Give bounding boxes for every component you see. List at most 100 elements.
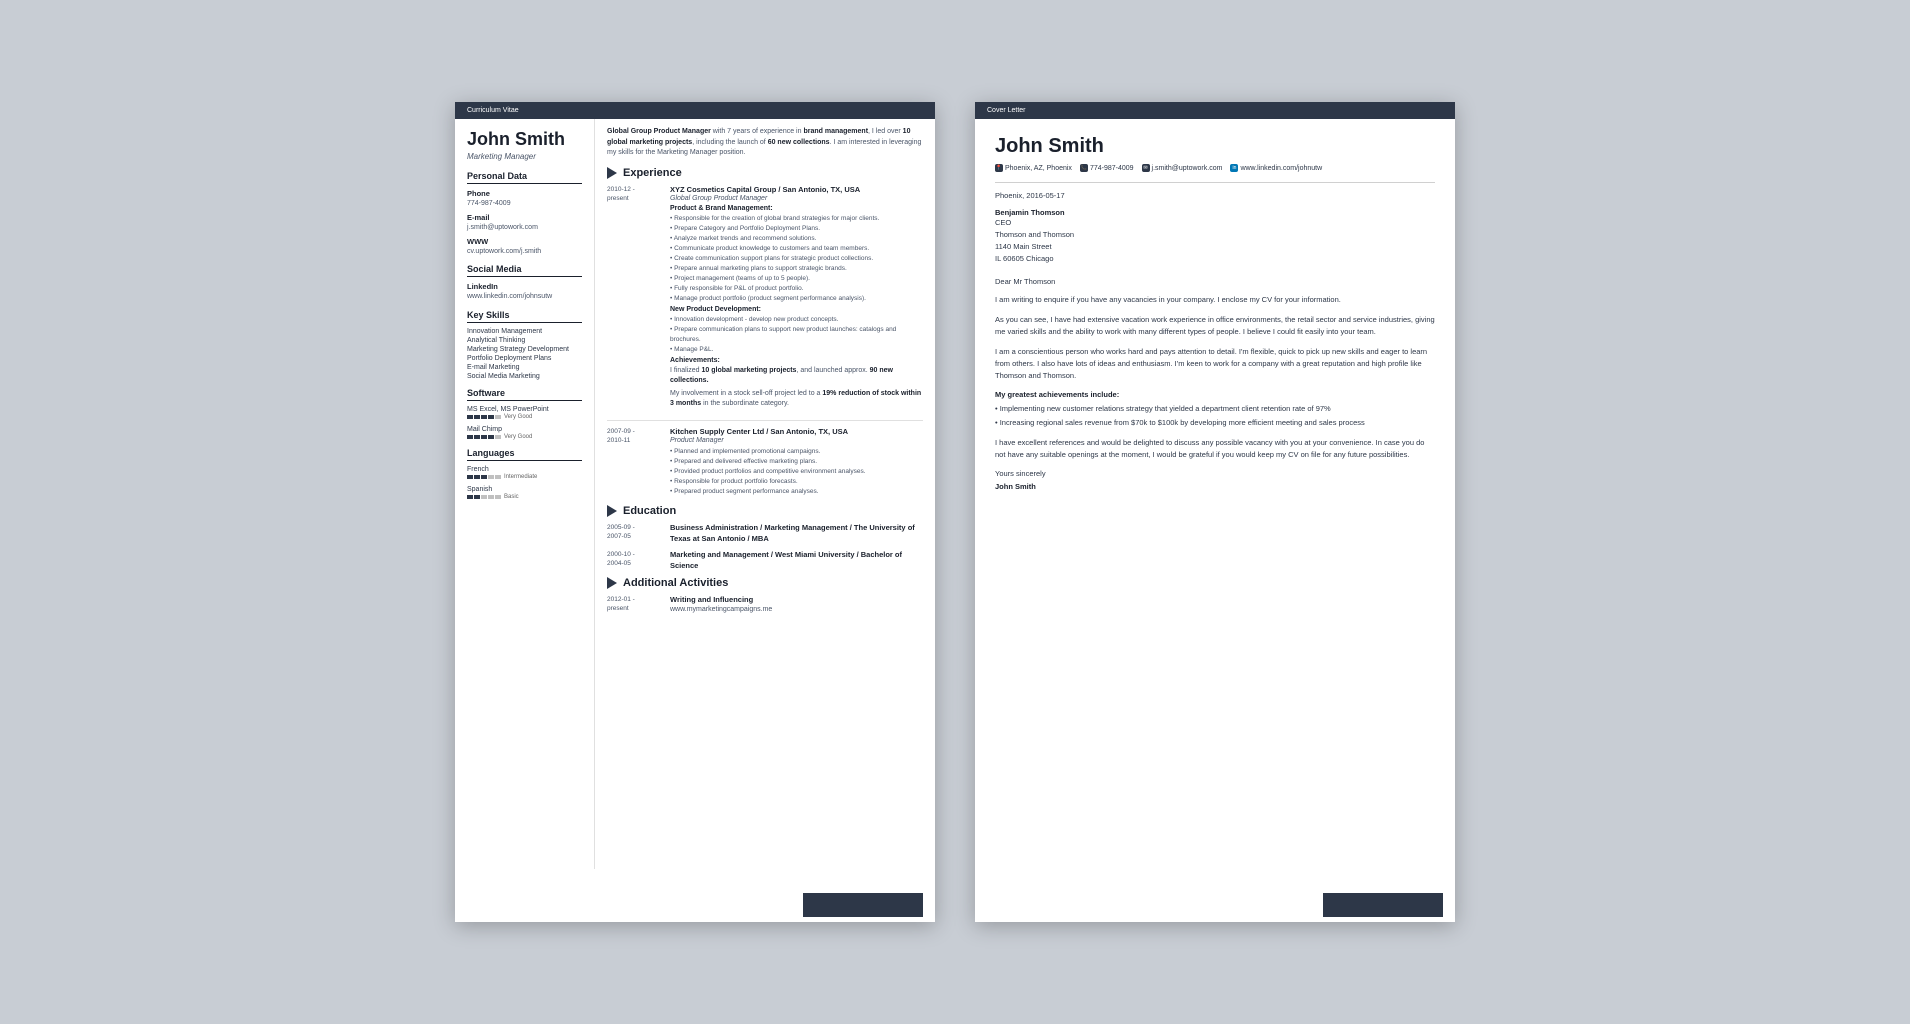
- activities-title: Additional Activities: [623, 577, 728, 589]
- lang-name: Spanish: [467, 486, 582, 493]
- exp-bullet: • Analyze market trends and recommend so…: [670, 234, 923, 243]
- edu-dates: 2005-09 -2007-05: [607, 523, 662, 544]
- email-label: E-mail: [467, 213, 582, 222]
- skill-item: Portfolio Deployment Plans: [467, 355, 582, 362]
- rating-label: Basic: [504, 494, 519, 500]
- cl-download-button[interactable]: [1323, 893, 1443, 917]
- rating-dot: [467, 415, 473, 419]
- cv-intro: Global Group Product Manager with 7 year…: [607, 127, 923, 159]
- rating-label: Intermediate: [504, 474, 537, 480]
- exp-bullet: • Responsible for the creation of global…: [670, 214, 923, 223]
- phone-label: Phone: [467, 189, 582, 198]
- exp-bullet: • Project management (teams of up to 5 p…: [670, 274, 923, 283]
- skill-item: E-mail Marketing: [467, 364, 582, 371]
- lang-name: French: [467, 466, 582, 473]
- exp-content: Kitchen Supply Center Ltd / San Antonio,…: [670, 427, 923, 497]
- rating-bar: Intermediate: [467, 474, 582, 480]
- edu-title: Marketing and Management / West Miami Un…: [670, 550, 923, 571]
- cv-body: John Smith Marketing Manager Personal Da…: [455, 119, 935, 869]
- cl-paragraph-3: I am a conscientious person who works ha…: [995, 346, 1435, 382]
- exp-bullet: • Communicate product knowledge to custo…: [670, 244, 923, 253]
- email-value: j.smith@uptowork.com: [467, 223, 582, 233]
- rating-dot: [467, 475, 473, 479]
- cl-footer: [975, 887, 1455, 922]
- documents-container: Curriculum Vitae John Smith Marketing Ma…: [455, 102, 1455, 922]
- cl-signature: John Smith: [995, 482, 1435, 491]
- cl-location: 📍 Phoenix, AZ, Phoenix: [995, 164, 1072, 172]
- edu-dates: 2000-10 -2004-05: [607, 550, 662, 571]
- cv-header-label: Curriculum Vitae: [467, 107, 519, 114]
- rating-dot: [474, 495, 480, 499]
- cl-linkedin-text: www.linkedin.com/johnutw: [1240, 165, 1322, 172]
- exp-bullet: • Planned and implemented promotional ca…: [670, 447, 923, 456]
- rating-dot: [474, 475, 480, 479]
- cl-achievements-title: My greatest achievements include:: [995, 390, 1435, 399]
- exp-bullet: • Prepare annual marketing plans to supp…: [670, 264, 923, 273]
- exp-content: XYZ Cosmetics Capital Group / San Antoni…: [670, 185, 923, 412]
- activity-dates: 2012-01 -present: [607, 595, 662, 613]
- cl-achievement-1: Implementing new customer relations stra…: [995, 403, 1435, 415]
- exp-bullet: • Fully responsible for P&L of product p…: [670, 284, 923, 293]
- cv-sidebar: John Smith Marketing Manager Personal Da…: [455, 119, 595, 869]
- exp-subsection: Achievements:: [670, 357, 923, 364]
- software-name: MS Excel, MS PowerPoint: [467, 406, 582, 413]
- cl-recipient-company: Thomson and Thomson: [995, 229, 1435, 241]
- cv-download-button[interactable]: [803, 893, 923, 917]
- exp-dates: 2010-12 -present: [607, 185, 662, 412]
- cl-recipient-city: IL 60605 Chicago: [995, 253, 1435, 265]
- rating-dot: [488, 435, 494, 439]
- cl-sign-off: Yours sincerely: [995, 469, 1435, 478]
- cl-achievement-2: Increasing regional sales revenue from $…: [995, 417, 1435, 429]
- activities-heading: Additional Activities: [607, 577, 923, 589]
- divider: [607, 420, 923, 421]
- rating-dot: [467, 495, 473, 499]
- personal-data-title: Personal Data: [467, 171, 582, 184]
- exp-entry-1: 2010-12 -present XYZ Cosmetics Capital G…: [607, 185, 923, 412]
- exp-bullet: • Innovation development - develop new p…: [670, 315, 923, 324]
- cv-document: Curriculum Vitae John Smith Marketing Ma…: [455, 102, 935, 922]
- exp-company: Kitchen Supply Center Ltd / San Antonio,…: [670, 427, 923, 436]
- exp-company: XYZ Cosmetics Capital Group / San Antoni…: [670, 185, 923, 194]
- exp-bullet: • Prepared product segment performance a…: [670, 487, 923, 496]
- cv-header-bar: Curriculum Vitae: [455, 102, 935, 119]
- linkedin-value: www.linkedin.com/johnsutw: [467, 292, 582, 302]
- exp-bullet: • Provided product portfolios and compet…: [670, 467, 923, 476]
- cl-location-text: Phoenix, AZ, Phoenix: [1005, 165, 1072, 172]
- rating-dot-empty: [495, 415, 501, 419]
- software-item: Mail Chimp Very Good: [467, 426, 582, 440]
- skill-item: Social Media Marketing: [467, 373, 582, 380]
- cover-letter-document: Cover Letter John Smith 📍 Phoenix, AZ, P…: [975, 102, 1455, 922]
- exp-bullet: • Prepare Category and Portfolio Deploym…: [670, 224, 923, 233]
- social-media-title: Social Media: [467, 264, 582, 277]
- phone-icon: 📞: [1080, 164, 1088, 172]
- exp-bullet: • Responsible for product portfolio fore…: [670, 477, 923, 486]
- cl-body: John Smith 📍 Phoenix, AZ, Phoenix 📞 774-…: [975, 119, 1455, 567]
- key-skills-list: Innovation Management Analytical Thinkin…: [467, 328, 582, 380]
- cl-recipient-name: Benjamin Thomson: [995, 208, 1435, 217]
- cv-main: Global Group Product Manager with 7 year…: [595, 119, 935, 869]
- software-item: MS Excel, MS PowerPoint Very Good: [467, 406, 582, 420]
- exp-achievement-text: My involvement in a stock sell-off proje…: [670, 389, 923, 410]
- cv-job-title: Marketing Manager: [467, 152, 582, 161]
- activity-title: Writing and Influencing: [670, 595, 923, 606]
- cl-recipient-address: 1140 Main Street: [995, 241, 1435, 253]
- cl-name: John Smith: [995, 135, 1435, 158]
- activity-content: Writing and Influencing www.mymarketingc…: [670, 595, 923, 613]
- rating-label: Very Good: [504, 414, 532, 420]
- exp-bullet: • Prepare communication plans to support…: [670, 325, 923, 343]
- cl-date: Phoenix, 2016-05-17: [995, 191, 1435, 200]
- activity-url: www.mymarketingcampaigns.me: [670, 606, 923, 613]
- cl-greeting: Dear Mr Thomson: [995, 277, 1435, 286]
- rating-dot: [481, 415, 487, 419]
- rating-dot: [467, 435, 473, 439]
- rating-dot: [474, 435, 480, 439]
- location-icon: 📍: [995, 164, 1003, 172]
- arrow-icon: [607, 505, 617, 517]
- phone-value: 774-987-4009: [467, 199, 582, 209]
- exp-dates: 2007-09 -2010-11: [607, 427, 662, 497]
- rating-dot: [488, 415, 494, 419]
- exp-subsection: New Product Development:: [670, 306, 923, 313]
- key-skills-title: Key Skills: [467, 310, 582, 323]
- skill-item: Analytical Thinking: [467, 337, 582, 344]
- rating-dot: [481, 475, 487, 479]
